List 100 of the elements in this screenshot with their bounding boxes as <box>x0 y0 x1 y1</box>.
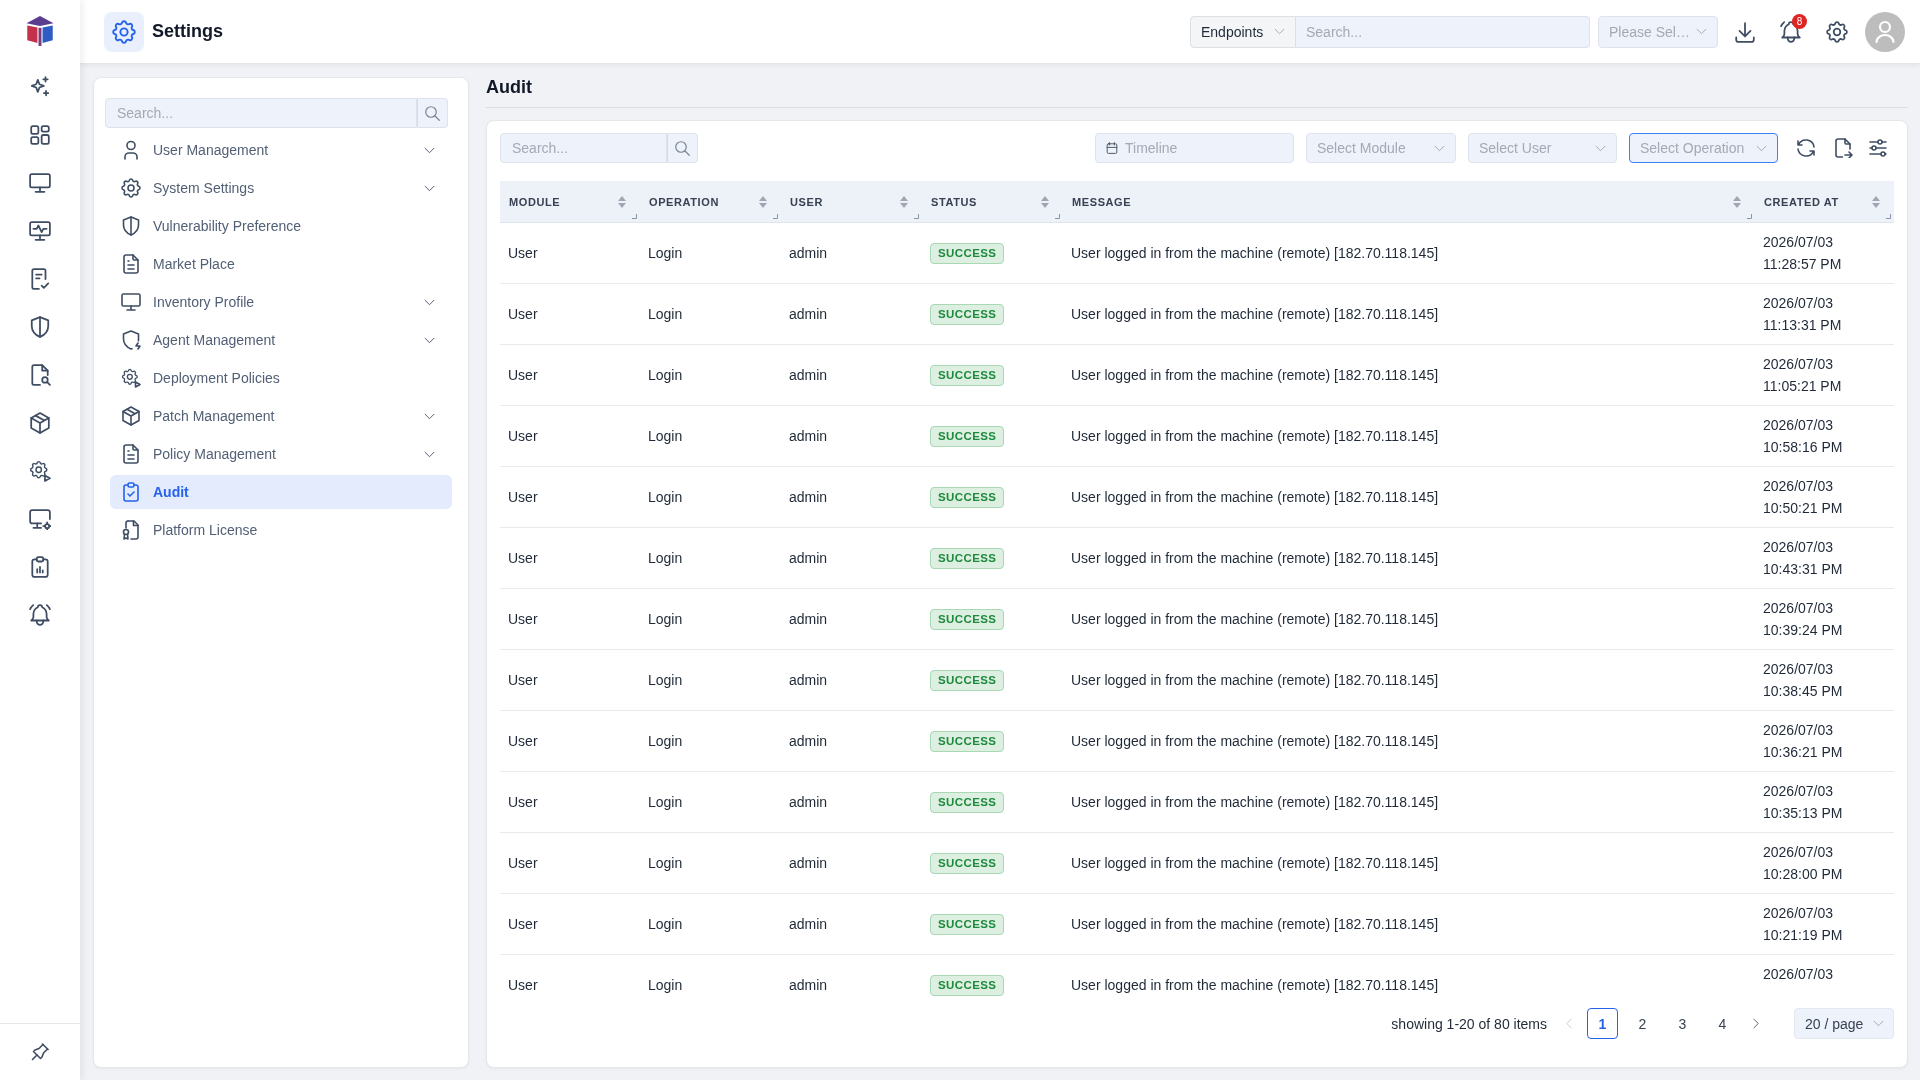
resize-handle-icon[interactable] <box>914 214 919 219</box>
cube-icon[interactable] <box>29 412 51 434</box>
menu-item[interactable]: User Management <box>110 133 452 167</box>
monitor-gear-icon[interactable] <box>29 508 51 530</box>
gear-play-icon[interactable] <box>29 460 51 482</box>
search-field[interactable]: Search... <box>500 133 667 163</box>
caret-icon <box>1873 1018 1884 1029</box>
dashboard-icon[interactable] <box>29 124 51 146</box>
created-at-text: 2026/07/03 <box>1763 965 1834 984</box>
date-range-field[interactable]: Timeline <box>1095 133 1294 163</box>
download-icon[interactable] <box>1734 20 1756 43</box>
page-title: Audit <box>486 77 532 97</box>
module-text: User <box>508 611 538 627</box>
menu-item[interactable]: Inventory Profile <box>110 285 452 319</box>
sliders-icon[interactable] <box>1868 138 1888 158</box>
user-text: admin <box>789 733 828 749</box>
page-size-select[interactable]: 20 / page <box>1794 1008 1894 1039</box>
column-header[interactable]: CREATED AT <box>1764 195 1839 208</box>
column-header[interactable]: MESSAGE <box>1072 195 1132 208</box>
created-at-text: 2026/07/03 10:28:00 PM <box>1763 843 1844 884</box>
user-text: admin <box>789 611 828 627</box>
monitor-icon[interactable] <box>29 172 51 194</box>
operation-text: Login <box>648 794 683 810</box>
status-badge: SUCCESS <box>930 669 1005 691</box>
document-search-icon[interactable] <box>29 364 51 386</box>
created-at-text: 2026/07/03 11:28:57 PM <box>1763 233 1843 274</box>
pin-icon[interactable] <box>30 1042 50 1062</box>
operation-text: Login <box>648 245 683 261</box>
operation-text: Login <box>648 672 683 688</box>
settings-icon[interactable] <box>1826 20 1848 43</box>
operation-text: Login <box>648 916 683 932</box>
app-logo[interactable] <box>25 16 55 46</box>
clipboard-chart-icon[interactable] <box>29 556 51 578</box>
resize-handle-icon[interactable] <box>1747 214 1752 219</box>
operation-text: Login <box>648 611 683 627</box>
menu-item[interactable]: Platform License <box>110 513 452 547</box>
created-at-text: 2026/07/03 10:38:45 PM <box>1763 660 1844 701</box>
scope-dropdown[interactable]: Endpoints <box>1190 15 1296 48</box>
created-at-text: 2026/07/03 11:13:31 PM <box>1763 294 1843 335</box>
status-badge: SUCCESS <box>930 730 1005 752</box>
resize-handle-icon[interactable] <box>1055 214 1060 219</box>
sparkles-icon[interactable] <box>29 76 51 98</box>
menu-item[interactable]: Policy Management <box>110 437 452 471</box>
pagination-summary: showing 1-20 of 80 items <box>1391 1015 1547 1032</box>
search-field[interactable]: Search... <box>105 98 417 128</box>
refresh-icon[interactable] <box>1796 138 1816 158</box>
gear-play-icon <box>121 368 141 388</box>
resize-handle-icon[interactable] <box>773 214 778 219</box>
module-text: User <box>508 794 538 810</box>
column-header[interactable]: OPERATION <box>649 195 719 208</box>
column-header[interactable]: STATUS <box>931 195 977 208</box>
user-text: admin <box>789 672 828 688</box>
search-field[interactable]: Search... <box>1296 15 1590 48</box>
log-message: User logged in from the machine (remote) [182.70.118.145] <box>1071 611 1439 627</box>
document-icon <box>121 444 141 464</box>
page-button[interactable]: 1 <box>1587 1008 1618 1039</box>
user-text: admin <box>789 489 828 505</box>
menu-item[interactable]: Agent Management <box>110 323 452 357</box>
status-badge: SUCCESS <box>930 242 1005 264</box>
search-icon <box>425 105 440 121</box>
created-at-text: 2026/07/03 10:39:24 PM <box>1763 599 1844 640</box>
status-badge: SUCCESS <box>930 791 1005 813</box>
column-header[interactable]: MODULE <box>509 195 561 208</box>
operation-text: Login <box>648 977 683 993</box>
menu-item[interactable]: Patch Management <box>110 399 452 433</box>
monitor-pulse-icon[interactable] <box>29 220 51 242</box>
module-text: User <box>508 855 538 871</box>
module-text: User <box>508 733 538 749</box>
module-text: User <box>508 367 538 383</box>
menu-item[interactable]: Audit <box>110 475 452 509</box>
file-export-icon[interactable] <box>1833 138 1853 158</box>
chevron-right-icon[interactable] <box>1750 1018 1761 1029</box>
log-message: User logged in from the machine (remote) [182.70.118.145] <box>1071 672 1439 688</box>
bell-ringing-icon[interactable] <box>29 604 51 626</box>
log-message: User logged in from the machine (remote) [182.70.118.145] <box>1071 306 1439 322</box>
status-badge: SUCCESS <box>930 547 1005 569</box>
document-check-icon[interactable] <box>29 268 51 290</box>
menu-item[interactable]: Market Place <box>110 247 452 281</box>
menu-item[interactable]: Vulnerability Preference <box>110 209 452 243</box>
column-header[interactable]: USER <box>790 195 823 208</box>
created-at-text: 2026/07/03 10:35:13 PM <box>1763 782 1844 823</box>
module-text: User <box>508 977 538 993</box>
status-badge: SUCCESS <box>930 913 1005 935</box>
module-text: User <box>508 245 538 261</box>
user-text: admin <box>789 977 828 993</box>
created-at-text: 2026/07/03 10:43:31 PM <box>1763 538 1844 579</box>
gear-tile-icon <box>104 11 144 52</box>
menu-item[interactable]: System Settings <box>110 171 452 205</box>
log-message: User logged in from the machine (remote) [182.70.118.145] <box>1071 855 1439 871</box>
created-at-text: 2026/07/03 10:50:21 PM <box>1763 477 1844 518</box>
resize-handle-icon[interactable] <box>1886 214 1891 219</box>
resize-handle-icon[interactable] <box>632 214 637 219</box>
menu-item[interactable]: Deployment Policies <box>110 361 452 395</box>
operation-text: Login <box>648 855 683 871</box>
status-badge: SUCCESS <box>930 486 1005 508</box>
caret-icon <box>1274 26 1285 37</box>
module-text: User <box>508 916 538 932</box>
user-text: admin <box>789 428 828 444</box>
shield-icon[interactable] <box>29 316 51 338</box>
log-message: User logged in from the machine (remote) [182.70.118.145] <box>1071 550 1439 566</box>
